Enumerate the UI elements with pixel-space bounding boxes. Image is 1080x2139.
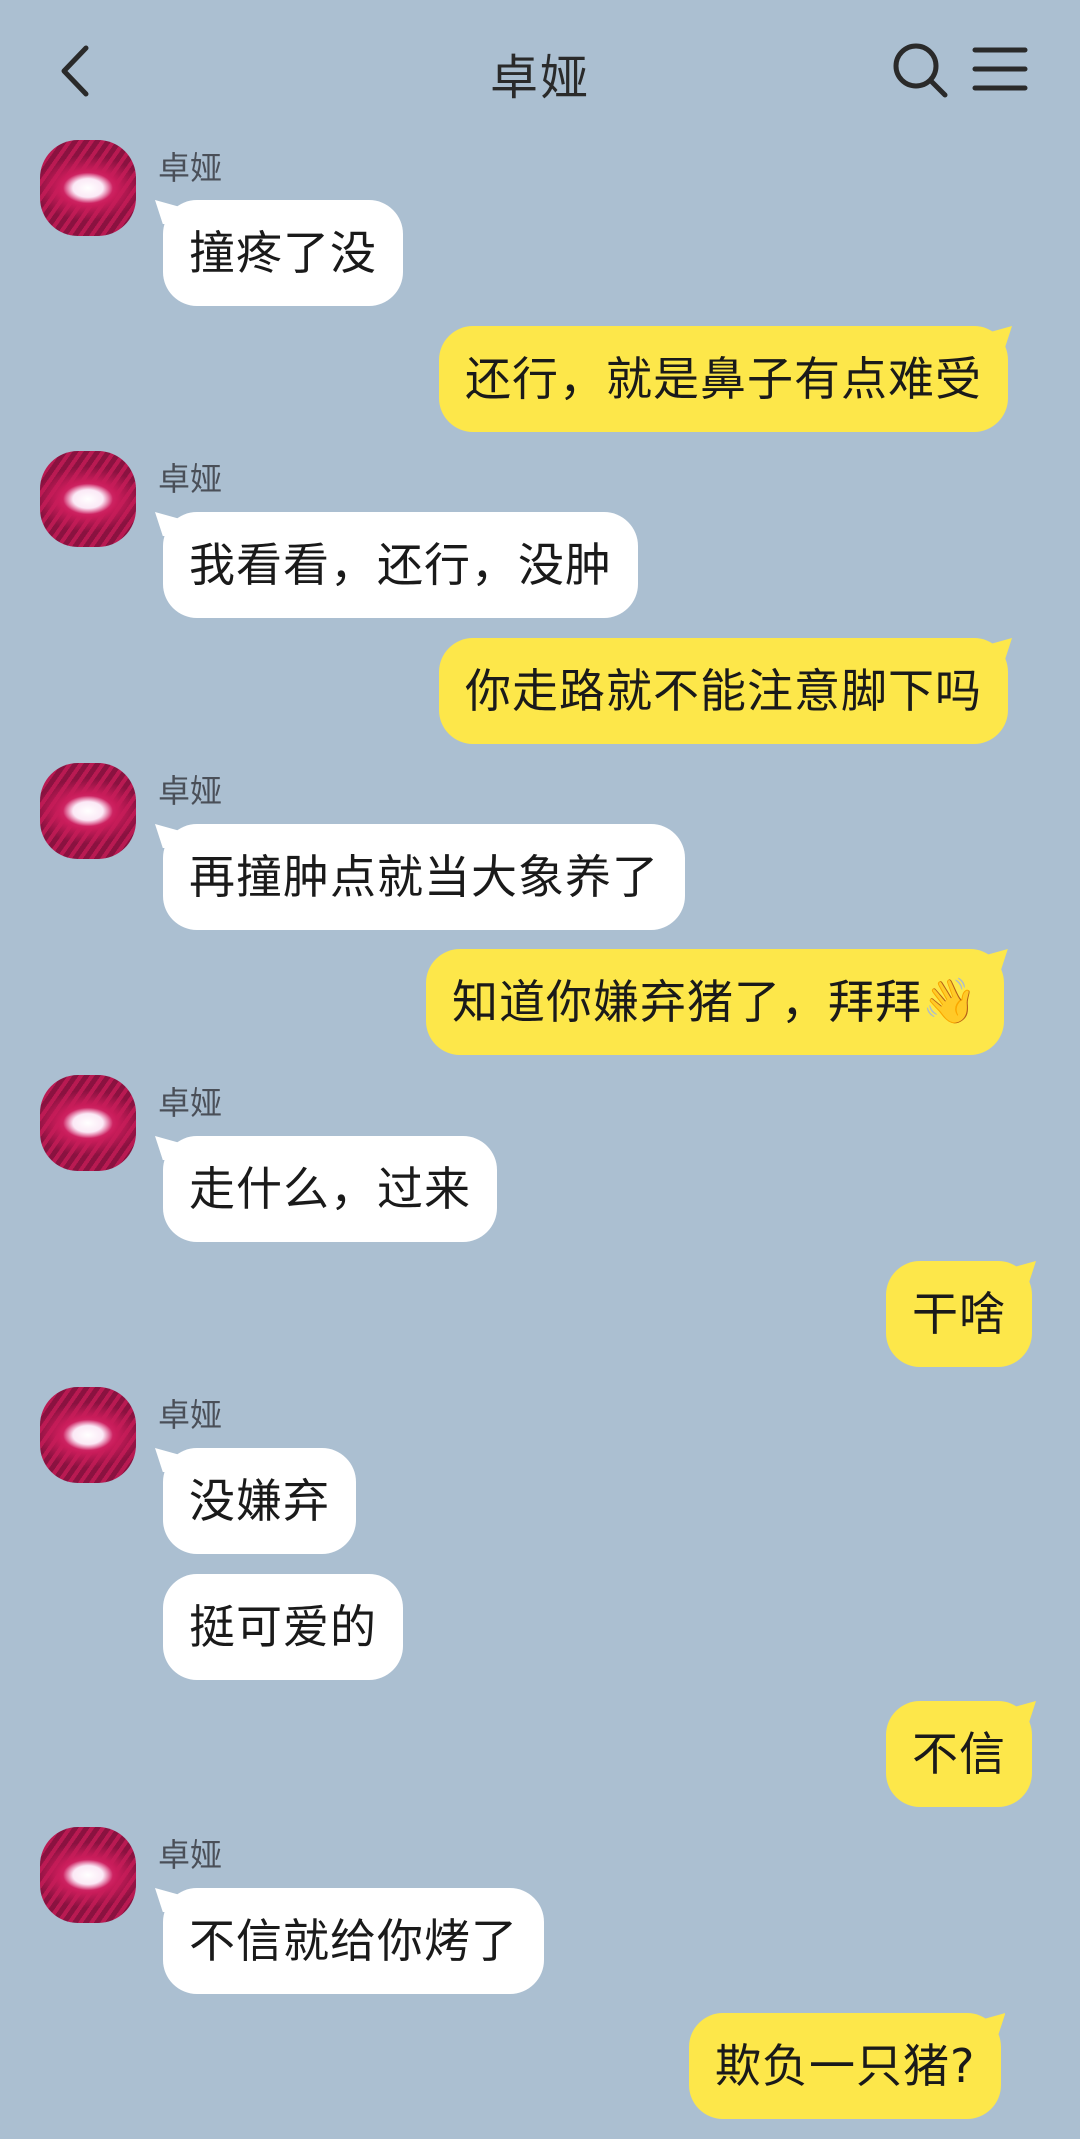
incoming-message[interactable]: 没嫌弃 — [163, 1448, 356, 1554]
contact-avatar[interactable] — [40, 1075, 136, 1171]
incoming-message[interactable]: 挺可爱的 — [163, 1574, 403, 1680]
outgoing-message[interactable]: 你走路就不能注意脚下吗 — [439, 638, 1008, 744]
incoming-message[interactable]: 再撞肿点就当大象养了 — [163, 824, 685, 930]
outgoing-message[interactable]: 干啥 — [886, 1261, 1032, 1367]
menu-icon[interactable] — [972, 44, 1028, 94]
sender-name: 卓娅 — [158, 772, 223, 810]
sender-name: 卓娅 — [158, 1836, 223, 1874]
chat-header: 卓娅 — [0, 0, 1080, 140]
waving-hand-emoji: 👋 — [922, 976, 978, 1027]
incoming-message[interactable]: 走什么，过来 — [163, 1136, 497, 1242]
incoming-message[interactable]: 不信就给你烤了 — [163, 1888, 544, 1994]
contact-avatar[interactable] — [40, 140, 136, 236]
chat-screen: 卓娅 卓娅 撞疼了没 还行，就是鼻子有点难受 卓娅 我看看，还行，没肿 你走路就… — [0, 0, 1080, 2139]
sender-name: 卓娅 — [158, 149, 223, 187]
contact-avatar[interactable] — [40, 1827, 136, 1923]
outgoing-message[interactable]: 欺负一只猪? — [689, 2013, 1002, 2119]
sender-name: 卓娅 — [158, 1084, 223, 1122]
contact-avatar[interactable] — [40, 1387, 136, 1483]
outgoing-message[interactable]: 知道你嫌弃猪了，拜拜👋 — [426, 949, 1004, 1055]
search-icon[interactable] — [890, 40, 950, 100]
sender-name: 卓娅 — [158, 1396, 223, 1434]
contact-avatar[interactable] — [40, 763, 136, 859]
contact-avatar[interactable] — [40, 451, 136, 547]
outgoing-message[interactable]: 不信 — [886, 1701, 1032, 1807]
outgoing-message[interactable]: 还行，就是鼻子有点难受 — [439, 326, 1008, 432]
incoming-message[interactable]: 撞疼了没 — [163, 200, 403, 306]
incoming-message[interactable]: 我看看，还行，没肿 — [163, 512, 638, 618]
sender-name: 卓娅 — [158, 460, 223, 498]
message-text: 知道你嫌弃猪了，拜拜 — [452, 975, 922, 1029]
